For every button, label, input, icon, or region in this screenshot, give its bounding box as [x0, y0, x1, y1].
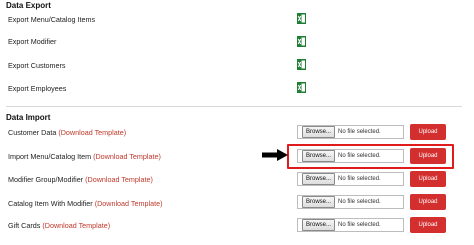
import-row-label: Import Menu/Catalog Item: [8, 152, 92, 161]
download-template-link[interactable]: (Download Template): [85, 175, 153, 184]
upload-button[interactable]: Upload: [410, 124, 446, 140]
browse-button[interactable]: Browse...: [302, 196, 336, 208]
export-customers-label: Export Customers: [8, 61, 66, 70]
excel-icon[interactable]: [297, 13, 306, 24]
download-template-link[interactable]: (Download Template): [42, 221, 110, 230]
browse-button[interactable]: Browse...: [302, 173, 336, 185]
import-row-customer-data: Customer Data (Download Template): [8, 128, 126, 137]
no-file-text: No file selected.: [338, 129, 381, 135]
file-input[interactable]: Browse... No file selected.: [297, 125, 404, 139]
import-row-label: Catalog Item With Modifier: [8, 199, 93, 208]
import-row-menu-catalog: Import Menu/Catalog Item (Download Templ…: [8, 152, 161, 161]
upload-button[interactable]: Upload: [410, 171, 446, 187]
export-menu-catalog-label: Export Menu/Catalog Items: [8, 15, 96, 24]
import-row-label: Gift Cards: [8, 221, 41, 230]
import-row-catalog-with-modifier: Catalog Item With Modifier (Download Tem…: [8, 199, 162, 208]
upload-button[interactable]: Upload: [410, 194, 446, 210]
highlight-box: [287, 144, 454, 169]
no-file-text: No file selected.: [338, 222, 381, 228]
data-export-title: Data Export: [6, 1, 51, 10]
import-row-modifier-group: Modifier Group/Modifier (Download Templa…: [8, 175, 153, 184]
section-divider: [6, 106, 462, 107]
export-modifier-label: Export Modifier: [8, 37, 57, 46]
download-template-link[interactable]: (Download Template): [58, 128, 126, 137]
export-employees-label: Export Employees: [8, 84, 67, 93]
no-file-text: No file selected.: [338, 176, 381, 182]
upload-button[interactable]: Upload: [410, 217, 446, 233]
import-row-label: Customer Data: [8, 128, 57, 137]
browse-button[interactable]: Browse...: [302, 219, 336, 231]
file-input[interactable]: Browse... No file selected.: [297, 195, 404, 209]
no-file-text: No file selected.: [338, 199, 381, 205]
download-template-link[interactable]: (Download Template): [95, 199, 163, 208]
excel-icon[interactable]: [297, 82, 306, 93]
file-input[interactable]: Browse... No file selected.: [297, 172, 404, 186]
download-template-link[interactable]: (Download Template): [93, 152, 161, 161]
data-import-title: Data Import: [6, 113, 51, 122]
arrow-right-icon: [262, 149, 288, 161]
import-row-gift-cards: Gift Cards (Download Template): [8, 221, 110, 230]
excel-icon[interactable]: [297, 36, 306, 47]
excel-icon[interactable]: [297, 59, 306, 70]
browse-button[interactable]: Browse...: [302, 126, 336, 138]
import-row-label: Modifier Group/Modifier: [8, 175, 84, 184]
file-input[interactable]: Browse... No file selected.: [297, 218, 404, 232]
